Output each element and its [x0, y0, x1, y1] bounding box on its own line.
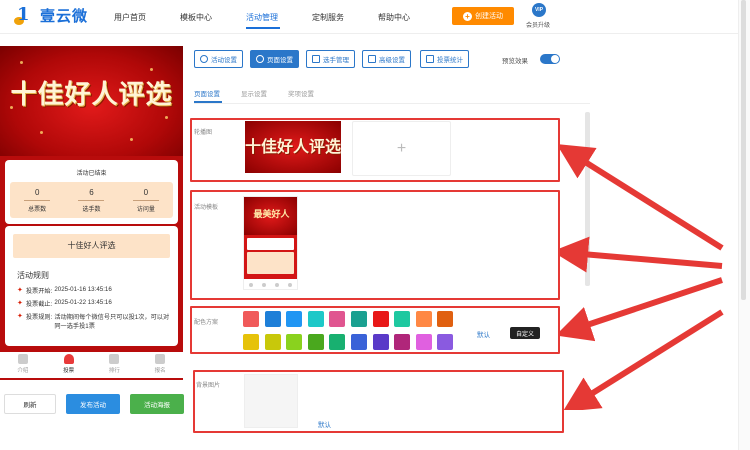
plus-icon: + — [463, 11, 472, 21]
custom-color-button[interactable]: 自定义 — [510, 327, 540, 339]
publish-button[interactable]: 发布活动 — [66, 394, 120, 414]
color-swatch[interactable] — [264, 311, 281, 327]
tab-intro[interactable]: 介绍 — [0, 352, 46, 378]
nav-item-activities[interactable]: 活动管理 — [246, 12, 278, 23]
subtab-display[interactable]: 显示设置 — [241, 88, 267, 98]
color-swatch[interactable] — [286, 334, 303, 350]
tab-activity-settings[interactable]: 活动设置 — [194, 50, 243, 68]
gear-icon — [256, 55, 264, 63]
rule-vote: ✦ 投票规则: 活动期间每个微信号只可以投1次，可以对同一选手投1票 — [17, 313, 170, 330]
default-color-link[interactable]: 默认 — [477, 329, 490, 339]
users-icon — [312, 55, 320, 63]
color-swatch[interactable] — [437, 334, 454, 350]
preview-toggle[interactable] — [540, 54, 560, 64]
nav-active-indicator — [246, 27, 280, 29]
gear-icon — [200, 55, 208, 63]
carousel-slide[interactable]: 十佳好人评选 — [245, 121, 341, 173]
color-swatch[interactable] — [394, 334, 411, 350]
rule-end: ✦ 投票截止: 2025-01-22 13:45:16 — [17, 299, 112, 308]
star-icon: ✦ — [17, 300, 23, 307]
crown-icon — [109, 354, 120, 364]
template-thumbnail[interactable]: 最美好人 — [243, 196, 298, 290]
color-swatch[interactable] — [329, 334, 346, 350]
vip-icon[interactable]: VIP — [532, 3, 546, 17]
nav-item-home[interactable]: 用户首页 — [114, 12, 146, 23]
add-slide-button[interactable]: + — [352, 121, 451, 176]
intro-icon — [17, 354, 28, 364]
color-swatch[interactable] — [286, 311, 303, 327]
color-swatch[interactable] — [243, 311, 259, 327]
color-swatch[interactable] — [415, 311, 432, 327]
stat-visits: 0 访问量 — [119, 182, 173, 218]
color-swatch[interactable] — [415, 334, 432, 350]
tab-contestants[interactable]: 选手管理 — [306, 50, 355, 68]
refresh-button[interactable]: 刷新 — [4, 394, 56, 414]
color-swatch[interactable] — [307, 311, 324, 327]
tab-rank[interactable]: 排行 — [92, 352, 138, 378]
stat-total-votes: 0 总票数 — [10, 182, 64, 218]
default-background-link[interactable]: 默认 — [318, 419, 331, 429]
tab-signup[interactable]: 报名 — [137, 352, 183, 378]
nav-item-help[interactable]: 帮助中心 — [378, 12, 410, 23]
subtab-page[interactable]: 页面设置 — [194, 88, 220, 98]
home-icon — [63, 354, 74, 364]
brand-logo[interactable]: 1 壹云微 — [14, 4, 89, 26]
arrow-template — [560, 236, 723, 273]
preview-label: 预览效果 — [502, 58, 528, 65]
background-label: 背景图片 — [196, 383, 221, 389]
tab-page-settings[interactable]: 页面设置 — [250, 50, 299, 68]
preview-banner: 十佳好人评选 — [0, 46, 183, 156]
phone-preview: 十佳好人评选 活动已结束 0 总票数 6 选手数 0 访问量 十佳好人评选 活动… — [0, 46, 183, 380]
stat-contestants: 6 选手数 — [64, 182, 118, 218]
arrow-colors — [560, 277, 723, 342]
nav-item-custom[interactable]: 定制服务 — [312, 12, 344, 23]
sliders-icon — [368, 55, 376, 63]
page-scrollbar[interactable] — [741, 0, 746, 300]
brand-name: 壹云微 — [40, 7, 89, 25]
banner-title: 十佳好人评选 — [10, 80, 173, 110]
carousel-label: 轮播图 — [194, 130, 213, 136]
rules-card: 十佳好人评选 活动规则 ✦ 投票开始: 2025-01-16 13:45:16 ✦ 投… — [5, 226, 178, 346]
create-activity-button[interactable]: + 创建活动 — [452, 7, 514, 25]
template-label: 活动模板 — [194, 205, 219, 211]
color-swatch[interactable] — [372, 334, 389, 350]
stats-card: 活动已结束 0 总票数 6 选手数 0 访问量 — [5, 160, 178, 224]
top-nav: 1 壹云微 用户首页 模板中心 活动管理 定制服务 帮助中心 + 创建活动 VI… — [0, 0, 750, 34]
activity-title: 十佳好人评选 — [13, 234, 170, 258]
tab-vote[interactable]: 投票 — [46, 352, 92, 378]
colors-label: 配色方案 — [194, 320, 219, 326]
tab-statistics[interactable]: 投票统计 — [420, 50, 469, 68]
rules-heading: 活动规则 — [17, 271, 49, 280]
color-swatch[interactable] — [394, 311, 411, 327]
user-icon — [155, 354, 166, 364]
color-swatch[interactable] — [351, 334, 367, 350]
color-swatch[interactable] — [264, 334, 281, 350]
nav-item-templates[interactable]: 模板中心 — [180, 12, 212, 23]
color-swatch[interactable] — [351, 311, 367, 327]
color-swatch[interactable] — [372, 311, 389, 327]
arrow-carousel — [560, 144, 724, 251]
stats-row: 0 总票数 6 选手数 0 访问量 — [10, 182, 173, 218]
star-icon: ✦ — [17, 313, 23, 320]
color-swatch[interactable] — [307, 334, 324, 350]
color-swatch[interactable] — [437, 311, 454, 327]
star-icon: ✦ — [17, 287, 23, 294]
color-swatch[interactable] — [243, 334, 259, 350]
vip-upgrade-link[interactable]: 会员升级 — [526, 20, 550, 29]
preview-tabbar: 介绍 投票 排行 报名 — [0, 352, 183, 378]
plus-icon: + — [396, 139, 407, 157]
subtab-awards[interactable]: 奖项设置 — [288, 88, 314, 98]
activity-status: 活动已结束 — [76, 171, 107, 177]
logo-icon: 1 — [14, 4, 34, 26]
poster-button[interactable]: 活动海报 — [130, 394, 184, 414]
color-swatch[interactable] — [329, 311, 346, 327]
rule-start: ✦ 投票开始: 2025-01-16 13:45:16 — [17, 286, 112, 295]
annotation-arrows — [560, 144, 724, 410]
background-image-slot[interactable] — [244, 374, 298, 428]
tab-advanced[interactable]: 高级设置 — [362, 50, 411, 68]
chart-icon — [426, 55, 434, 63]
arrow-background — [562, 309, 724, 410]
